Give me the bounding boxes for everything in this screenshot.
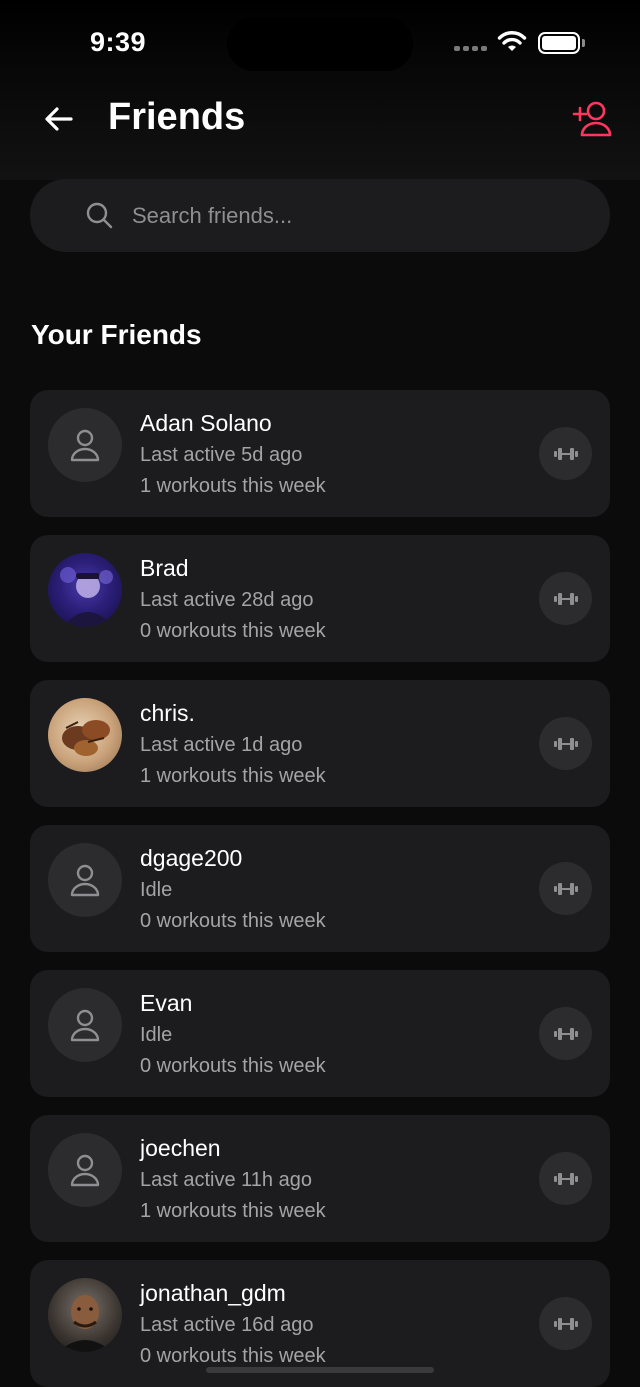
search-input[interactable] <box>132 197 592 235</box>
header-bar: 9:39 Friends <box>0 0 640 180</box>
avatar <box>48 843 122 917</box>
back-button[interactable] <box>40 100 78 138</box>
friend-card[interactable]: chris. Last active 1d ago 1 workouts thi… <box>30 680 610 807</box>
last-active-text: Last active 1d ago <box>140 734 303 756</box>
dumbbell-icon <box>553 882 578 895</box>
battery-tip <box>582 39 585 47</box>
workouts-count-text: 1 workouts this week <box>140 1200 326 1222</box>
workouts-count-text: 0 workouts this week <box>140 620 326 642</box>
avatar-photo <box>60 567 114 627</box>
person-icon <box>70 429 100 462</box>
avatar <box>48 1133 122 1207</box>
avatar <box>48 698 122 772</box>
workout-button[interactable] <box>539 572 592 625</box>
dumbbell-icon <box>553 737 578 750</box>
search-icon <box>86 202 113 229</box>
last-active-text: Idle <box>140 1024 173 1046</box>
workout-button[interactable] <box>539 717 592 770</box>
dumbbell-icon <box>553 447 578 460</box>
workouts-count-text: 0 workouts this week <box>140 1345 326 1367</box>
friend-name: chris. <box>140 700 195 726</box>
avatar <box>48 1278 122 1352</box>
dumbbell-icon <box>553 1172 578 1185</box>
last-active-text: Last active 28d ago <box>140 589 314 611</box>
avatar <box>48 988 122 1062</box>
person-icon <box>70 864 100 897</box>
battery-icon <box>538 32 580 54</box>
friend-name: dgage200 <box>140 845 243 871</box>
person-icon <box>70 1154 100 1187</box>
friend-name: jonathan_gdm <box>140 1280 286 1306</box>
arrow-left-icon <box>45 107 73 131</box>
avatar <box>48 553 122 627</box>
workouts-count-text: 1 workouts this week <box>140 765 326 787</box>
page-title: Friends <box>108 96 246 138</box>
workout-button[interactable] <box>539 427 592 480</box>
workouts-count-text: 0 workouts this week <box>140 1055 326 1077</box>
friend-name: Evan <box>140 990 193 1016</box>
last-active-text: Last active 5d ago <box>140 444 303 466</box>
friend-name: Brad <box>140 555 189 581</box>
home-indicator[interactable] <box>206 1367 434 1373</box>
avatar <box>48 408 122 482</box>
section-title: Your Friends <box>31 319 202 350</box>
dumbbell-icon <box>553 592 578 605</box>
last-active-text: Last active 16d ago <box>140 1314 314 1336</box>
wifi-icon <box>497 31 527 51</box>
friend-card[interactable]: joechen Last active 11h ago 1 workouts t… <box>30 1115 610 1242</box>
status-time: 9:39 <box>90 27 147 57</box>
dynamic-island <box>227 17 413 71</box>
avatar-photo <box>62 720 110 756</box>
workouts-count-text: 0 workouts this week <box>140 910 326 932</box>
friend-name: joechen <box>140 1135 221 1161</box>
friend-card[interactable]: dgage200 Idle 0 workouts this week <box>30 825 610 952</box>
avatar-photo <box>58 1295 112 1352</box>
friend-card[interactable]: Brad Last active 28d ago 0 workouts this… <box>30 535 610 662</box>
workout-button[interactable] <box>539 1152 592 1205</box>
dumbbell-icon <box>553 1317 578 1330</box>
last-active-text: Last active 11h ago <box>140 1169 312 1191</box>
person-icon <box>70 1009 100 1042</box>
dumbbell-icon <box>553 1027 578 1040</box>
workout-button[interactable] <box>539 1297 592 1350</box>
friends-screen: 9:39 Friends Your Friends <box>0 0 640 1387</box>
cellular-signal-icon <box>454 46 487 51</box>
workouts-count-text: 1 workouts this week <box>140 475 326 497</box>
workout-button[interactable] <box>539 862 592 915</box>
search-bar[interactable] <box>30 179 610 252</box>
friend-name: Adan Solano <box>140 410 272 436</box>
add-friend-icon[interactable] <box>572 99 614 139</box>
friend-card[interactable]: Evan Idle 0 workouts this week <box>30 970 610 1097</box>
last-active-text: Idle <box>140 879 173 901</box>
friend-card[interactable]: Adan Solano Last active 5d ago 1 workout… <box>30 390 610 517</box>
workout-button[interactable] <box>539 1007 592 1060</box>
